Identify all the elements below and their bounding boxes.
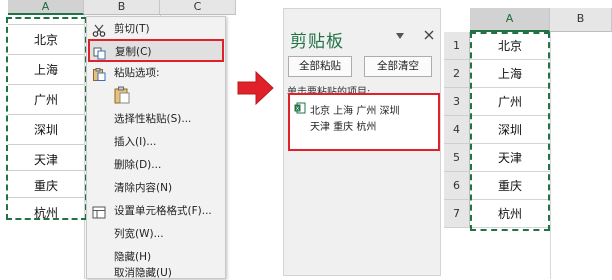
paste-all-button[interactable]: 全部粘贴 — [288, 56, 352, 77]
menu-item-label: 插入(I)... — [114, 136, 157, 148]
menu-item-copy[interactable]: 复制(C) — [88, 39, 224, 62]
menu-item-delete[interactable]: 删除(D)... — [87, 154, 225, 177]
excel-icon: X — [294, 102, 306, 114]
row-header[interactable]: 4 — [444, 116, 470, 144]
right-column-header-b[interactable]: B — [550, 8, 612, 32]
left-column-header-a[interactable]: A — [8, 0, 84, 15]
right-arrow-icon — [236, 68, 276, 108]
copy-icon — [93, 46, 107, 60]
row-header[interactable]: 1 — [444, 32, 470, 60]
row-header[interactable]: 7 — [444, 200, 470, 228]
menu-item-hide[interactable]: 隐藏(H) — [87, 246, 225, 269]
close-icon[interactable] — [423, 29, 435, 41]
paste-icon — [92, 67, 106, 81]
menu-item-paste-options: 粘贴选项: — [87, 62, 225, 85]
menu-item-label: 粘贴选项: — [114, 67, 160, 79]
menu-item-label: 剪切(T) — [114, 23, 150, 35]
left-column-header-b[interactable]: B — [84, 0, 160, 15]
right-column-header-a[interactable]: A — [470, 8, 550, 32]
copy-marquee — [6, 17, 87, 220]
menu-item-clear-contents[interactable]: 清除内容(N) — [87, 177, 225, 200]
clipboard-pane: 剪贴板 全部粘贴 全部清空 单击要粘贴的项目: X 北京 上海 广州 深圳 天津… — [283, 8, 441, 276]
left-column-header-c[interactable]: C — [160, 0, 236, 15]
menu-item-insert[interactable]: 插入(I)... — [87, 131, 225, 154]
row-header[interactable]: 3 — [444, 88, 470, 116]
menu-item-unhide[interactable]: 取消隐藏(U) — [87, 267, 225, 280]
menu-item-label: 取消隐藏(U) — [114, 267, 172, 279]
context-menu: 剪切(T) 复制(C) 粘贴选项: 选择性粘贴(S)... 插入(I)... 删… — [86, 16, 226, 279]
format-cells-icon — [92, 205, 106, 219]
scissors-icon — [92, 23, 106, 37]
pane-menu-icon[interactable] — [394, 31, 406, 41]
menu-item-label: 隐藏(H) — [114, 251, 152, 263]
menu-item-format-cells[interactable]: 设置单元格格式(F)... — [87, 200, 225, 223]
paste-option-icon[interactable] — [113, 86, 131, 104]
menu-item-label: 复制(C) — [115, 46, 152, 58]
paste-marquee — [470, 32, 550, 231]
pane-title: 剪贴板 — [290, 32, 344, 52]
clear-all-button[interactable]: 全部清空 — [364, 56, 432, 77]
row-header[interactable]: 6 — [444, 172, 470, 200]
grid-line — [550, 32, 551, 279]
clipboard-item-line1: 北京 上海 广州 深圳 — [310, 106, 400, 117]
menu-item-label: 清除内容(N) — [114, 182, 173, 194]
menu-item-label: 列宽(W)... — [114, 228, 164, 240]
menu-item-label: 删除(D)... — [114, 159, 162, 171]
menu-item-column-width[interactable]: 列宽(W)... — [87, 223, 225, 246]
clipboard-item-line2: 天津 重庆 杭州 — [310, 122, 377, 133]
menu-item-label: 选择性粘贴(S)... — [114, 113, 192, 125]
menu-item-label: 设置单元格格式(F)... — [114, 205, 212, 217]
clipboard-item[interactable]: X 北京 上海 广州 深圳 天津 重庆 杭州 — [288, 93, 440, 151]
row-header[interactable]: 2 — [444, 60, 470, 88]
row-header[interactable]: 5 — [444, 144, 470, 172]
menu-item-paste-special[interactable]: 选择性粘贴(S)... — [87, 108, 225, 131]
svg-text:X: X — [296, 106, 300, 112]
menu-item-cut[interactable]: 剪切(T) — [87, 18, 225, 41]
